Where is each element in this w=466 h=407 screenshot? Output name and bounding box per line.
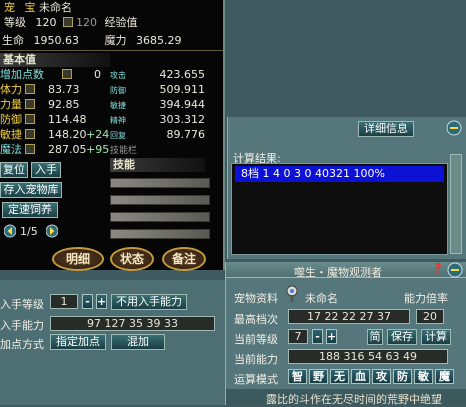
minimize-icon[interactable] [446,120,462,136]
save-button[interactable]: 保存 [387,329,417,345]
calc-mode-button[interactable]: 魔 [435,369,454,384]
current-ability-field[interactable]: 188 316 54 63 49 [288,349,448,364]
point-icon [61,69,72,79]
pet-data-label: 宠物资料 [234,292,278,305]
derived-stat-row: 回复 89.776 [110,128,205,141]
acquire-panel: 入手等级 1 - + 不用入手能力 入手能力 97 127 35 39 33 加… [0,280,225,405]
decrease-level-button[interactable]: - [82,294,93,309]
attr-point-icon[interactable] [25,129,35,139]
calc-mode-button[interactable]: 无 [330,369,349,384]
calc-mode-button[interactable]: 防 [393,369,412,384]
help-icon[interactable]: ? [434,262,442,277]
result-scrollbar[interactable] [450,154,462,254]
acquire-ability-field[interactable]: 97 127 35 39 33 [50,316,215,331]
attr-row: 体力 83.73 [0,83,80,96]
level-icon [63,17,73,27]
deposit-pet-button[interactable]: 存入宠物库 [0,182,62,198]
skill-slot-bar[interactable] [110,229,210,239]
calc-mode-button[interactable]: 智 [288,369,307,384]
observer-panel: 噬生・魔物观测者 ? 宠物资料 未命名 能力倍率 最高档次 17 22 22 2… [225,262,466,406]
result-row-selected[interactable]: 8档 1 4 0 3 0 40321 100% [235,166,444,182]
attr-row: 敏捷 148.20 +24 [0,128,110,141]
result-list[interactable]: 8档 1 4 0 3 0 40321 100% [231,163,448,255]
acquire-level-label: 入手等级 [0,298,44,311]
observer-title: 噬生・魔物观测者 [294,266,382,279]
calc-mode-button[interactable]: 野 [309,369,328,384]
decrease-current-level-button[interactable]: - [312,329,323,344]
current-level-label: 当前等级 [234,333,278,346]
attr-point-icon[interactable] [25,114,35,124]
calc-mode-label: 运算模式 [234,373,278,386]
max-grade-label: 最高档次 [234,313,278,326]
minimize-icon[interactable] [447,262,463,278]
attr-point-icon[interactable] [25,84,35,94]
pet-stats-panel: 宠 宝 未命名 等级 120 120 经验值 生命 1950.63 魔力 368… [0,0,225,270]
current-ability-label: 当前能力 [234,353,278,366]
skill-slot-row: 技能栏 [110,146,138,156]
attr-row: 防御 114.48 [0,113,87,126]
tab-notes[interactable]: 备注 [162,247,206,271]
pet-data-name: 未命名 [305,292,338,305]
mixed-points-button[interactable]: 混加 [111,334,165,350]
ability-ratio-label: 能力倍率 [404,292,448,305]
attr-row: 魔法 287.05 +95 [0,143,110,156]
attr-point-icon[interactable] [25,144,35,154]
tab-details[interactable]: 明细 [52,247,104,271]
simple-button[interactable]: 简 [367,329,383,345]
skill-slot-bar[interactable] [110,178,210,188]
derived-stat-row: 精神 303.312 [110,113,205,126]
result-line: 8档 1 4 0 3 0 40321 100% [241,167,385,180]
max-grade-field[interactable]: 17 22 22 27 37 [288,309,410,324]
attr-row: 力量 92.85 [0,98,80,111]
current-level-field[interactable]: 7 [288,329,308,344]
skill-slot-bar[interactable] [110,195,210,205]
reset-button[interactable]: 复位 [0,162,28,178]
calc-mode-button[interactable]: 血 [351,369,370,384]
acquire-ability-label: 入手能力 [0,319,44,332]
pet-name-row: 宠 宝 未命名 [4,1,72,14]
attr-point-icon[interactable] [25,99,35,109]
acquire-button[interactable]: 入手 [31,162,61,178]
unassigned-row: 增加点数 0 [0,68,101,81]
calc-mode-button[interactable]: 敏 [414,369,433,384]
basic-values-title: 基本值 [0,53,110,67]
level-row: 等级 120 120 经验值 [4,16,138,29]
increase-current-level-button[interactable]: + [326,329,337,344]
detail-info-button[interactable]: 详细信息 [358,121,414,137]
lock-icon[interactable] [286,285,298,303]
prev-page-icon[interactable] [4,224,16,238]
add-point-method-label: 加点方式 [0,338,44,351]
skills-title: 技能 [110,158,205,172]
divider [0,50,223,51]
skill-slot-bar[interactable] [110,212,210,222]
attack-row: 攻击 423.655 [110,68,205,81]
calc-mode-button[interactable]: 攻 [372,369,391,384]
derived-stat-row: 敏捷 394.944 [110,98,205,111]
calculate-button[interactable]: 计算 [421,329,451,345]
no-acquire-ability-button[interactable]: 不用入手能力 [111,294,187,310]
hp-mp-row: 生命 1950.63 魔力 3685.29 [2,34,182,47]
specify-points-button[interactable]: 指定加点 [50,334,106,350]
ability-ratio-field[interactable]: 20 [416,309,444,324]
pet-name: 未命名 [39,1,72,14]
increase-level-button[interactable]: + [96,294,107,309]
tab-status[interactable]: 状态 [110,247,154,271]
next-page-icon[interactable] [46,224,58,238]
auto-feed-button[interactable]: 定速饲养 [2,202,58,218]
page-indicator: 1/5 [20,225,38,238]
acquire-level-field[interactable]: 1 [50,294,78,309]
derived-stat-row: 防御 509.911 [110,83,205,96]
